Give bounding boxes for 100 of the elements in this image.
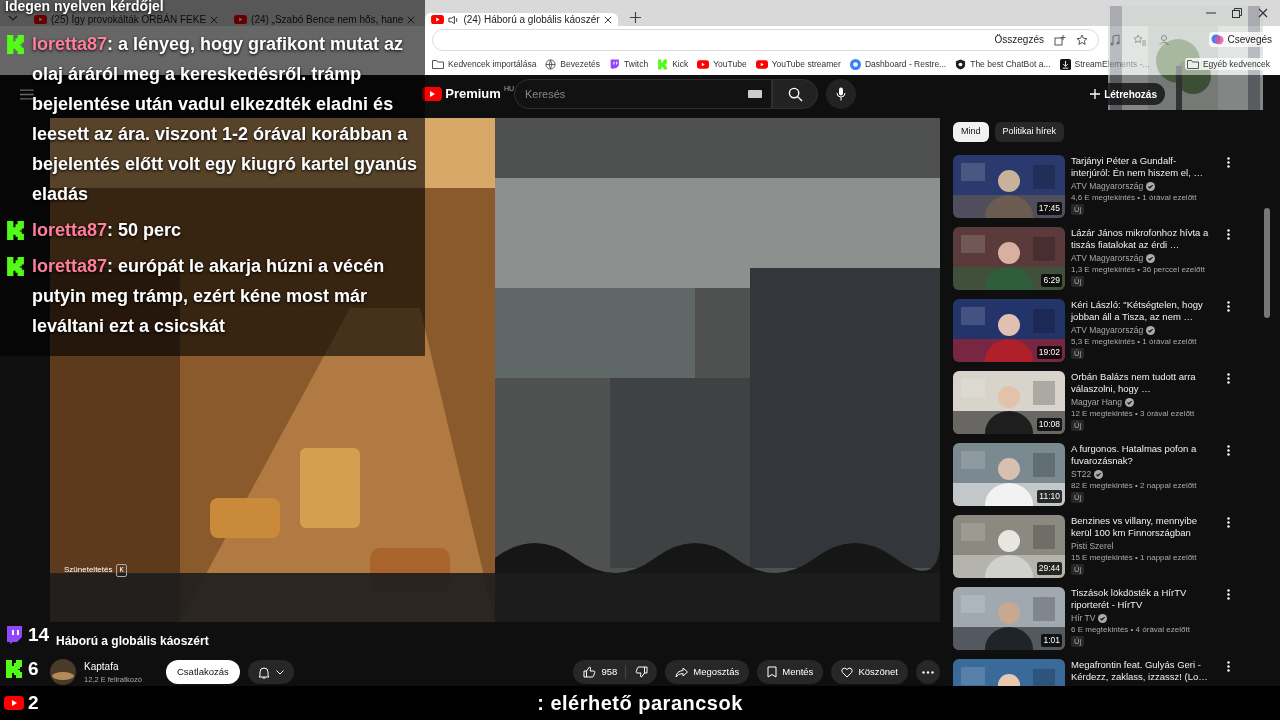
close-window-button[interactable] bbox=[1258, 8, 1268, 18]
bookmark-link[interactable]: StreamElements -... bbox=[1074, 57, 1150, 71]
kick-icon bbox=[657, 58, 669, 70]
channel-name[interactable]: ST22 bbox=[1071, 468, 1092, 480]
music-icon[interactable] bbox=[1109, 33, 1121, 46]
bell-icon bbox=[257, 665, 270, 679]
channel-name[interactable]: ATV Magyarország bbox=[1071, 252, 1144, 264]
chat-button[interactable]: Csevegés bbox=[1208, 32, 1274, 47]
close-icon[interactable] bbox=[603, 15, 612, 24]
bookmark-link[interactable]: YouTube bbox=[713, 57, 747, 71]
save-button[interactable]: Mentés bbox=[757, 660, 824, 684]
twitch-icon bbox=[609, 58, 621, 70]
video-title[interactable]: Kéri László: "Kétségtelen, hogy jobban áll a Tisza, az nem … bbox=[1071, 299, 1213, 323]
channel-avatar[interactable] bbox=[50, 659, 76, 685]
video-title[interactable]: Tiszások lökdösték a HírTV riporterét - HírTV bbox=[1071, 587, 1213, 611]
video-meta: 4,6 E megtekintés • 1 órával ezelőtt bbox=[1071, 192, 1198, 204]
youtube-icon bbox=[4, 696, 24, 710]
summary-button[interactable]: Összegzés bbox=[994, 32, 1044, 47]
search-icon bbox=[787, 86, 803, 102]
join-button[interactable]: Csatlakozás bbox=[166, 660, 240, 684]
video-meta: 5,3 E megtekintés • 1 órával ezelőtt bbox=[1071, 336, 1198, 348]
tab-title: (24) Háború a globális káoszér bbox=[463, 13, 600, 26]
youtube-icon bbox=[755, 59, 768, 69]
more-icon bbox=[922, 670, 934, 674]
menu-icon[interactable] bbox=[20, 88, 34, 100]
address-field[interactable]: Összegzés bbox=[432, 28, 1099, 51]
filter-chip[interactable]: Mind bbox=[953, 122, 989, 142]
more-icon[interactable] bbox=[1227, 301, 1230, 312]
restore-button[interactable] bbox=[1232, 8, 1242, 18]
more-icon[interactable] bbox=[1227, 517, 1230, 528]
tab-list-icon[interactable] bbox=[8, 14, 18, 22]
video-title[interactable]: Tarjányi Péter a Gundalf-interjúról: Én nem hiszem el, … bbox=[1071, 155, 1213, 179]
speaker-icon[interactable] bbox=[448, 14, 460, 25]
video-title[interactable]: Benzines vs villany, mennyibe kerül 100 km Finnországban bbox=[1071, 515, 1213, 539]
video-duration: 17:45 bbox=[1036, 202, 1062, 215]
more-button[interactable] bbox=[916, 660, 940, 684]
video-duration: 1:01 bbox=[1041, 634, 1062, 647]
share-button[interactable]: Megosztás bbox=[665, 660, 750, 684]
folder-icon bbox=[432, 59, 444, 69]
bookmark-link[interactable]: YouTube streamer bbox=[771, 57, 841, 71]
bookmark-icon bbox=[767, 666, 778, 678]
youtube-icon bbox=[431, 15, 445, 24]
viewer-count: 2 bbox=[28, 690, 39, 715]
thumbs-up-icon bbox=[583, 666, 597, 678]
viewer-count: 14 bbox=[28, 622, 50, 647]
video-title[interactable]: Orbán Balázs nem tudott arra válaszolni, hogy … bbox=[1071, 371, 1213, 395]
channel-name[interactable]: Kaptafa bbox=[84, 658, 154, 674]
video-title[interactable]: A furgonos. Hatalmas pofon a fuvarozásnak? bbox=[1071, 443, 1213, 467]
video-title[interactable]: Megafrontin feat. Gulyás Geri - Kérdezz, zaklass, izzassz! (Lo… bbox=[1071, 659, 1213, 683]
youtube-icon bbox=[697, 59, 710, 69]
video-meta: 82 E megtekintés • 2 nappal ezelőtt bbox=[1071, 480, 1198, 492]
globe-icon bbox=[545, 58, 557, 70]
channel-name[interactable]: Hír TV bbox=[1071, 612, 1096, 624]
new-tab-button[interactable] bbox=[629, 12, 641, 23]
filter-chip[interactable]: Politikai hírek bbox=[994, 122, 1065, 142]
twitch-icon bbox=[4, 625, 24, 645]
play-logo-icon bbox=[422, 87, 443, 101]
video-title[interactable]: Lázár János mikrofonhoz hívta a tiszás fiatalokat az érdi … bbox=[1071, 227, 1213, 251]
thanks-button[interactable]: Köszönet bbox=[831, 660, 908, 684]
video-duration: 29:44 bbox=[1036, 562, 1062, 575]
heart-icon bbox=[841, 666, 854, 678]
microphone-icon bbox=[836, 87, 846, 101]
more-icon[interactable] bbox=[1227, 373, 1230, 384]
command-hint: : elérhető parancsok bbox=[537, 691, 743, 716]
bookmark-link[interactable]: Dashboard - Restre... bbox=[864, 57, 947, 71]
channel-name[interactable]: Magyar Hang bbox=[1071, 396, 1123, 408]
chat-header: Idegen nyelven kérdőjel bbox=[5, 0, 164, 13]
video-title: Háború a globális káoszért bbox=[56, 634, 210, 648]
notification-button[interactable] bbox=[247, 660, 294, 684]
video-meta: 12 E megtekintés • 3 órával ezelőtt bbox=[1071, 408, 1196, 420]
bookmark-link[interactable]: The best ChatBot a... bbox=[970, 57, 1051, 71]
youtube-icon bbox=[234, 15, 248, 24]
channel-name[interactable]: ATV Magyarország bbox=[1071, 324, 1144, 336]
channel-name[interactable]: ATV Magyarország bbox=[1071, 180, 1144, 192]
extension-icon[interactable] bbox=[1054, 33, 1066, 46]
scrollbar-thumb[interactable] bbox=[1264, 208, 1270, 318]
bookmark-link[interactable]: Bevezetés bbox=[560, 57, 601, 71]
assistant-icon bbox=[1210, 33, 1224, 46]
search-field[interactable]: Keresés bbox=[514, 79, 772, 109]
search-button[interactable] bbox=[772, 79, 818, 109]
video-duration: 19:02 bbox=[1036, 346, 1062, 359]
browser-tab[interactable]: (24) Háború a globális káoszér bbox=[425, 13, 618, 26]
more-icon[interactable] bbox=[1227, 229, 1230, 240]
dashboard-icon bbox=[849, 58, 861, 70]
viewer-count: 6 bbox=[28, 656, 39, 681]
video-duration: 6:29 bbox=[1041, 274, 1062, 287]
bookmark-link[interactable]: Kedvencek importálása bbox=[448, 57, 537, 71]
plus-icon bbox=[1090, 89, 1101, 99]
bookmark-link[interactable]: Twitch bbox=[624, 57, 649, 71]
channel-name[interactable]: Pisti Szerel bbox=[1071, 540, 1114, 552]
youtube-icon bbox=[34, 15, 47, 24]
more-icon[interactable] bbox=[1227, 661, 1230, 672]
more-icon[interactable] bbox=[1227, 589, 1230, 600]
microphone-button[interactable] bbox=[826, 79, 856, 109]
more-icon[interactable] bbox=[1227, 157, 1230, 168]
tooltip-label: Szüneteltetés bbox=[64, 564, 113, 577]
more-icon[interactable] bbox=[1227, 445, 1230, 456]
shield-icon bbox=[955, 58, 967, 70]
star-icon[interactable] bbox=[1076, 33, 1088, 46]
bookmark-link[interactable]: Kick bbox=[672, 57, 689, 71]
